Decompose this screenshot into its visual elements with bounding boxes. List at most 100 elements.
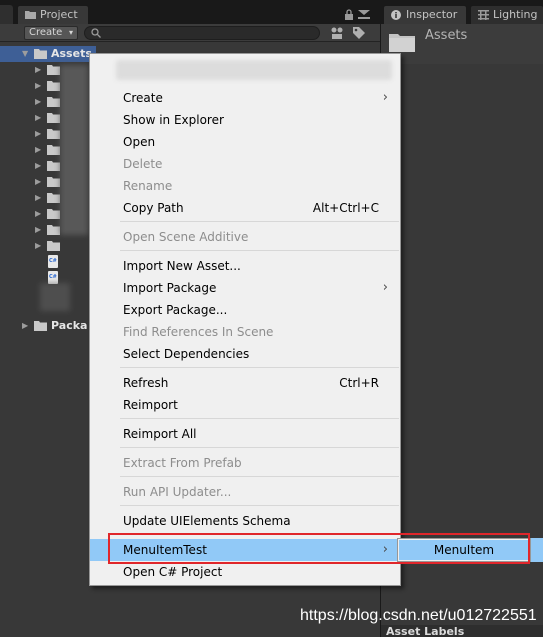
menu-item-label: Delete — [123, 157, 163, 171]
search-icon — [91, 28, 101, 38]
expand-arrow-icon[interactable]: ▼ — [22, 49, 28, 58]
expand-arrow-icon[interactable]: ▶ — [35, 113, 41, 122]
menu-item-label: Show in Explorer — [123, 113, 224, 127]
blurred-item — [40, 283, 70, 311]
menu-item-reimport-all[interactable]: Reimport All — [90, 423, 400, 445]
menu-item-shortcut: Ctrl+R — [339, 376, 379, 390]
lock-icon[interactable] — [344, 9, 354, 21]
menu-item-import-new-asset[interactable]: Import New Asset... — [90, 255, 400, 277]
filter-by-label-icon[interactable] — [352, 26, 366, 40]
menu-item-label: Extract From Prefab — [123, 456, 242, 470]
tab-lighting[interactable]: Lighting — [470, 5, 543, 24]
menu-item-label: Update UIElements Schema — [123, 514, 291, 528]
lighting-icon — [478, 10, 489, 20]
menu-item-create[interactable]: Create › — [90, 87, 400, 109]
expand-arrow-icon[interactable]: ▶ — [35, 65, 41, 74]
submenu-arrow-icon: › — [382, 542, 388, 557]
expand-arrow-icon[interactable]: ▶ — [35, 209, 41, 218]
expand-arrow-icon[interactable]: ▶ — [22, 321, 28, 330]
csharp-file-icon[interactable]: C# — [48, 255, 58, 268]
project-toolbar: Create ▾ — [0, 24, 380, 42]
menu-item-open[interactable]: Open — [90, 131, 400, 153]
menu-item-menuitemtest[interactable]: MenuItemTest › — [90, 539, 400, 561]
expand-arrow-icon[interactable]: ▶ — [35, 145, 41, 154]
asset-labels-header[interactable]: Asset Labels — [381, 625, 543, 637]
menu-item-label: Copy Path — [123, 201, 184, 215]
menu-item-label: Select Dependencies — [123, 347, 250, 361]
folder-icon — [47, 193, 60, 203]
submenu: MenuItem — [397, 538, 531, 562]
dropdown-arrow-icon: ▾ — [68, 28, 73, 37]
expand-arrow-icon[interactable]: ▶ — [35, 225, 41, 234]
menu-item-find-references: Find References In Scene — [90, 321, 400, 343]
menu-item-label: Open Scene Additive — [123, 230, 249, 244]
menu-item-export-package[interactable]: Export Package... — [90, 299, 400, 321]
context-menu: Create › Show in Explorer Open Delete Re… — [89, 53, 401, 586]
menu-item-label: Create — [123, 91, 163, 105]
inspector-tabbar: Inspector Lighting — [381, 0, 543, 24]
expand-arrow-icon[interactable]: ▶ — [35, 129, 41, 138]
blurred-menu-header — [116, 60, 392, 80]
menu-item-label: Export Package... — [123, 303, 228, 317]
menu-item-show-in-explorer[interactable]: Show in Explorer — [90, 109, 400, 131]
folder-icon — [47, 81, 60, 91]
folder-icon — [47, 97, 60, 107]
info-icon — [391, 10, 401, 20]
expand-arrow-icon[interactable]: ▶ — [35, 161, 41, 170]
menu-item-open-csharp-project[interactable]: Open C# Project — [90, 561, 400, 583]
tree-item-packages-label: Packa — [51, 319, 88, 332]
menu-separator — [120, 250, 399, 251]
tree-item-assets-label: Assets — [51, 47, 92, 60]
menu-item-reimport[interactable]: Reimport — [90, 394, 400, 416]
folder-icon — [47, 113, 60, 123]
submenu-arrow-icon: › — [382, 90, 388, 105]
menu-item-label: MenuItemTest — [123, 543, 207, 557]
folder-icon — [47, 161, 60, 171]
folder-icon — [47, 145, 60, 155]
menu-item-import-package[interactable]: Import Package › — [90, 277, 400, 299]
menu-item-label: Reimport All — [123, 427, 197, 441]
folder-icon — [47, 241, 60, 251]
submenu-arrow-icon: › — [382, 280, 388, 295]
menu-separator — [120, 534, 399, 535]
inspector-header: Assets — [381, 24, 543, 64]
menu-item-update-uielements-schema[interactable]: Update UIElements Schema — [90, 510, 400, 532]
menu-item-label: Import Package — [123, 281, 217, 295]
tab-project-label: Project — [40, 8, 78, 21]
menu-item-label: Reimport — [123, 398, 178, 412]
menu-item-refresh[interactable]: Refresh Ctrl+R — [90, 372, 400, 394]
menu-item-rename: Rename — [90, 175, 400, 197]
tab-inspector[interactable]: Inspector — [383, 5, 467, 24]
expand-arrow-icon[interactable]: ▶ — [35, 97, 41, 106]
tree-item[interactable]: ▶ — [0, 238, 96, 254]
expand-arrow-icon[interactable]: ▶ — [35, 241, 41, 250]
menu-item-shortcut: Alt+Ctrl+C — [312, 201, 379, 215]
blurred-folder-names — [60, 65, 88, 235]
expand-arrow-icon[interactable]: ▶ — [35, 81, 41, 90]
create-label: Create — [29, 27, 63, 38]
menu-icon[interactable] — [358, 10, 370, 20]
menu-item-extract-from-prefab: Extract From Prefab — [90, 452, 400, 474]
tree-item-assets[interactable]: ▼ Assets — [0, 46, 96, 62]
filter-by-type-icon[interactable] — [330, 26, 344, 40]
menu-item-label: Open — [123, 135, 156, 149]
tab-project[interactable]: Project — [17, 5, 89, 24]
tree-item-packages[interactable]: ▶ Packa — [0, 318, 96, 334]
menu-separator — [120, 505, 399, 506]
submenu-item-menuitem[interactable]: MenuItem — [399, 540, 529, 560]
expand-arrow-icon[interactable]: ▶ — [35, 177, 41, 186]
create-dropdown-button[interactable]: Create ▾ — [24, 26, 78, 40]
menu-item-label: Rename — [123, 179, 173, 193]
project-tree: ▼ Assets ▶ ▶ ▶ ▶ ▶ ▶ ▶ ▶ ▶ ▶ ▶ ▶ C# C# ▶… — [0, 43, 96, 637]
menu-item-select-dependencies[interactable]: Select Dependencies — [90, 343, 400, 365]
folder-icon — [34, 49, 47, 59]
menu-separator — [120, 367, 399, 368]
tab-inspector-label: Inspector — [406, 8, 458, 21]
search-input[interactable] — [84, 26, 320, 40]
menu-item-label: Open C# Project — [123, 565, 223, 579]
menu-item-copy-path[interactable]: Copy Path Alt+Ctrl+C — [90, 197, 400, 219]
inspector-title: Assets — [425, 28, 468, 43]
watermark: https://blog.csdn.net/u012722551 — [300, 607, 537, 624]
expand-arrow-icon[interactable]: ▶ — [35, 193, 41, 202]
folder-icon — [47, 177, 60, 187]
